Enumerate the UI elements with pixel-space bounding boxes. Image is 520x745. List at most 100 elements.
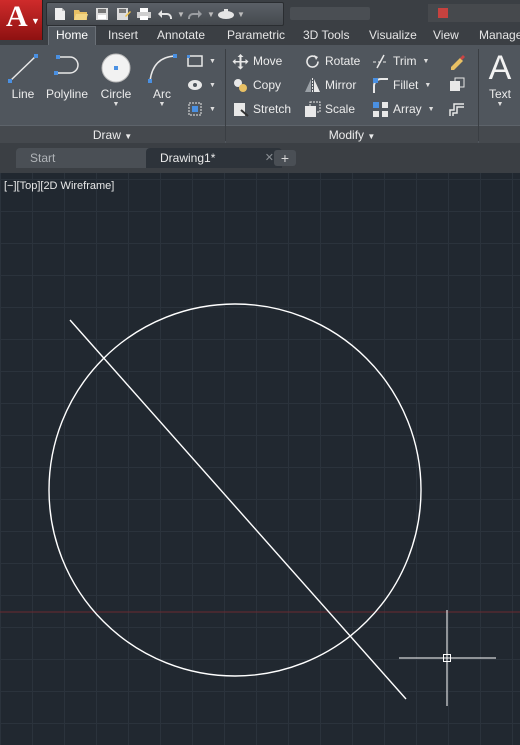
mirror-button[interactable]: Mirror [304, 75, 356, 95]
tab-insert[interactable]: Insert [101, 27, 145, 45]
erase-icon [448, 53, 465, 70]
chevron-down-icon[interactable]: ▼ [96, 101, 136, 109]
trim-button[interactable]: Trim ▼ [372, 51, 429, 71]
quick-access-toolbar: ▼ ▼ ▼ [46, 2, 284, 26]
offset-icon [448, 101, 465, 118]
workspace-icon[interactable] [216, 5, 234, 23]
text-label: Text [488, 87, 511, 101]
text-icon: A [488, 49, 512, 87]
copy-label: Copy [253, 78, 282, 92]
ribbon: Line Polyline Circle ▼ Arc ▼ ▼ ▼ ▼ Draw … [0, 45, 520, 144]
undo-dropdown-icon[interactable]: ▼ [177, 10, 185, 19]
circle-icon [96, 49, 136, 87]
copy-icon [232, 77, 249, 94]
rectangle-icon [186, 53, 203, 70]
polyline-label: Polyline [45, 87, 89, 101]
tab-view[interactable]: View [426, 27, 466, 45]
stretch-label: Stretch [253, 102, 292, 116]
chevron-down-icon: ▼ [367, 132, 376, 141]
rotate-icon [304, 53, 321, 70]
chevron-down-icon[interactable]: ▼ [428, 106, 435, 113]
arc-button[interactable]: Arc ▼ [144, 49, 180, 109]
copy-button[interactable]: Copy [232, 75, 281, 95]
application-menu-button[interactable]: A ▼ [0, 0, 43, 40]
move-button[interactable]: Move [232, 51, 282, 71]
offset-button[interactable] [448, 99, 465, 119]
tab-home[interactable]: Home [48, 26, 97, 46]
move-label: Move [253, 54, 283, 68]
arc-icon [144, 49, 180, 87]
trim-label: Trim [393, 54, 417, 68]
chevron-down-icon[interactable]: ▼ [209, 82, 216, 89]
drawing-canvas[interactable]: [−][Top][2D Wireframe] [0, 173, 520, 745]
rectangle-button[interactable]: ▼ [186, 51, 216, 71]
new-tab-button[interactable]: + [274, 150, 296, 166]
document-tab-start[interactable]: Start [16, 148, 158, 168]
save-icon[interactable] [93, 5, 111, 23]
explode-button[interactable] [448, 75, 465, 95]
scale-label: Scale [325, 102, 356, 116]
rotate-button[interactable]: Rotate [304, 51, 360, 71]
fillet-button[interactable]: Fillet ▼ [372, 75, 431, 95]
scale-icon [304, 101, 321, 118]
redo-dropdown-icon[interactable]: ▼ [207, 10, 215, 19]
line-button[interactable]: Line [6, 49, 40, 101]
tab-3d-tools[interactable]: 3D Tools [296, 27, 356, 45]
fillet-icon [372, 77, 389, 94]
close-icon[interactable]: ✕ [265, 148, 274, 168]
mirror-label: Mirror [325, 78, 357, 92]
tab-visualize[interactable]: Visualize [362, 27, 424, 45]
document-tab-label: Start [30, 151, 56, 165]
mirror-icon [304, 77, 321, 94]
scale-button[interactable]: Scale [304, 99, 355, 119]
open-folder-icon[interactable] [72, 5, 90, 23]
chevron-down-icon[interactable]: ▼ [482, 101, 518, 109]
chevron-down-icon[interactable]: ▼ [209, 58, 216, 65]
title-bar: ▼ ▼ ▼ [0, 0, 520, 27]
save-as-icon[interactable] [114, 5, 132, 23]
draw-panel-label: Draw [92, 128, 121, 142]
fillet-label: Fillet [393, 78, 419, 92]
line-label: Line [11, 87, 35, 101]
modify-panel-label: Modify [328, 128, 365, 142]
app-logo: A [6, 0, 28, 33]
chevron-down-icon[interactable]: ▼ [423, 58, 430, 65]
circle-button[interactable]: Circle ▼ [96, 49, 136, 109]
boundary-button[interactable]: ▼ [186, 99, 216, 119]
window-title [290, 7, 370, 20]
erase-button[interactable] [448, 51, 465, 71]
model-space [0, 303, 520, 706]
modify-panel-title[interactable]: Modify ▼ [226, 125, 478, 144]
customize-icon[interactable]: ▼ [237, 10, 245, 19]
stretch-button[interactable]: Stretch [232, 99, 291, 119]
trim-icon [372, 53, 389, 70]
tab-parametric[interactable]: Parametric [220, 27, 292, 45]
window-controls[interactable] [428, 4, 520, 22]
line-object[interactable] [69, 319, 407, 700]
plus-icon: + [280, 150, 290, 166]
chevron-down-icon[interactable]: ▼ [144, 101, 180, 109]
document-tab-drawing1[interactable]: Drawing1* ✕ [146, 148, 282, 168]
chevron-down-icon[interactable]: ▼ [209, 106, 216, 113]
chevron-down-icon[interactable]: ▼ [424, 82, 431, 89]
line-icon [6, 49, 40, 87]
arc-label: Arc [153, 87, 171, 101]
ribbon-tab-bar: Home Insert Annotate Parametric 3D Tools… [0, 26, 520, 46]
array-button[interactable]: Array ▼ [372, 99, 435, 119]
chevron-down-icon: ▼ [124, 132, 133, 141]
hatch-button[interactable]: ▼ [186, 75, 216, 95]
rotate-label: Rotate [325, 54, 361, 68]
text-button[interactable]: A Text ▼ [482, 49, 518, 109]
polyline-button[interactable]: Polyline [42, 49, 92, 101]
tab-annotate[interactable]: Annotate [150, 27, 212, 45]
array-label: Array [393, 102, 422, 116]
redo-icon[interactable] [186, 5, 204, 23]
annotation-panel-title[interactable] [479, 125, 520, 144]
print-icon[interactable] [135, 5, 153, 23]
stretch-icon [232, 101, 249, 118]
draw-panel-title[interactable]: Draw ▼ [0, 125, 225, 144]
crosshair-cursor [399, 610, 496, 706]
new-file-icon[interactable] [51, 5, 69, 23]
tab-manage[interactable]: Manage [472, 27, 520, 45]
undo-icon[interactable] [156, 5, 174, 23]
